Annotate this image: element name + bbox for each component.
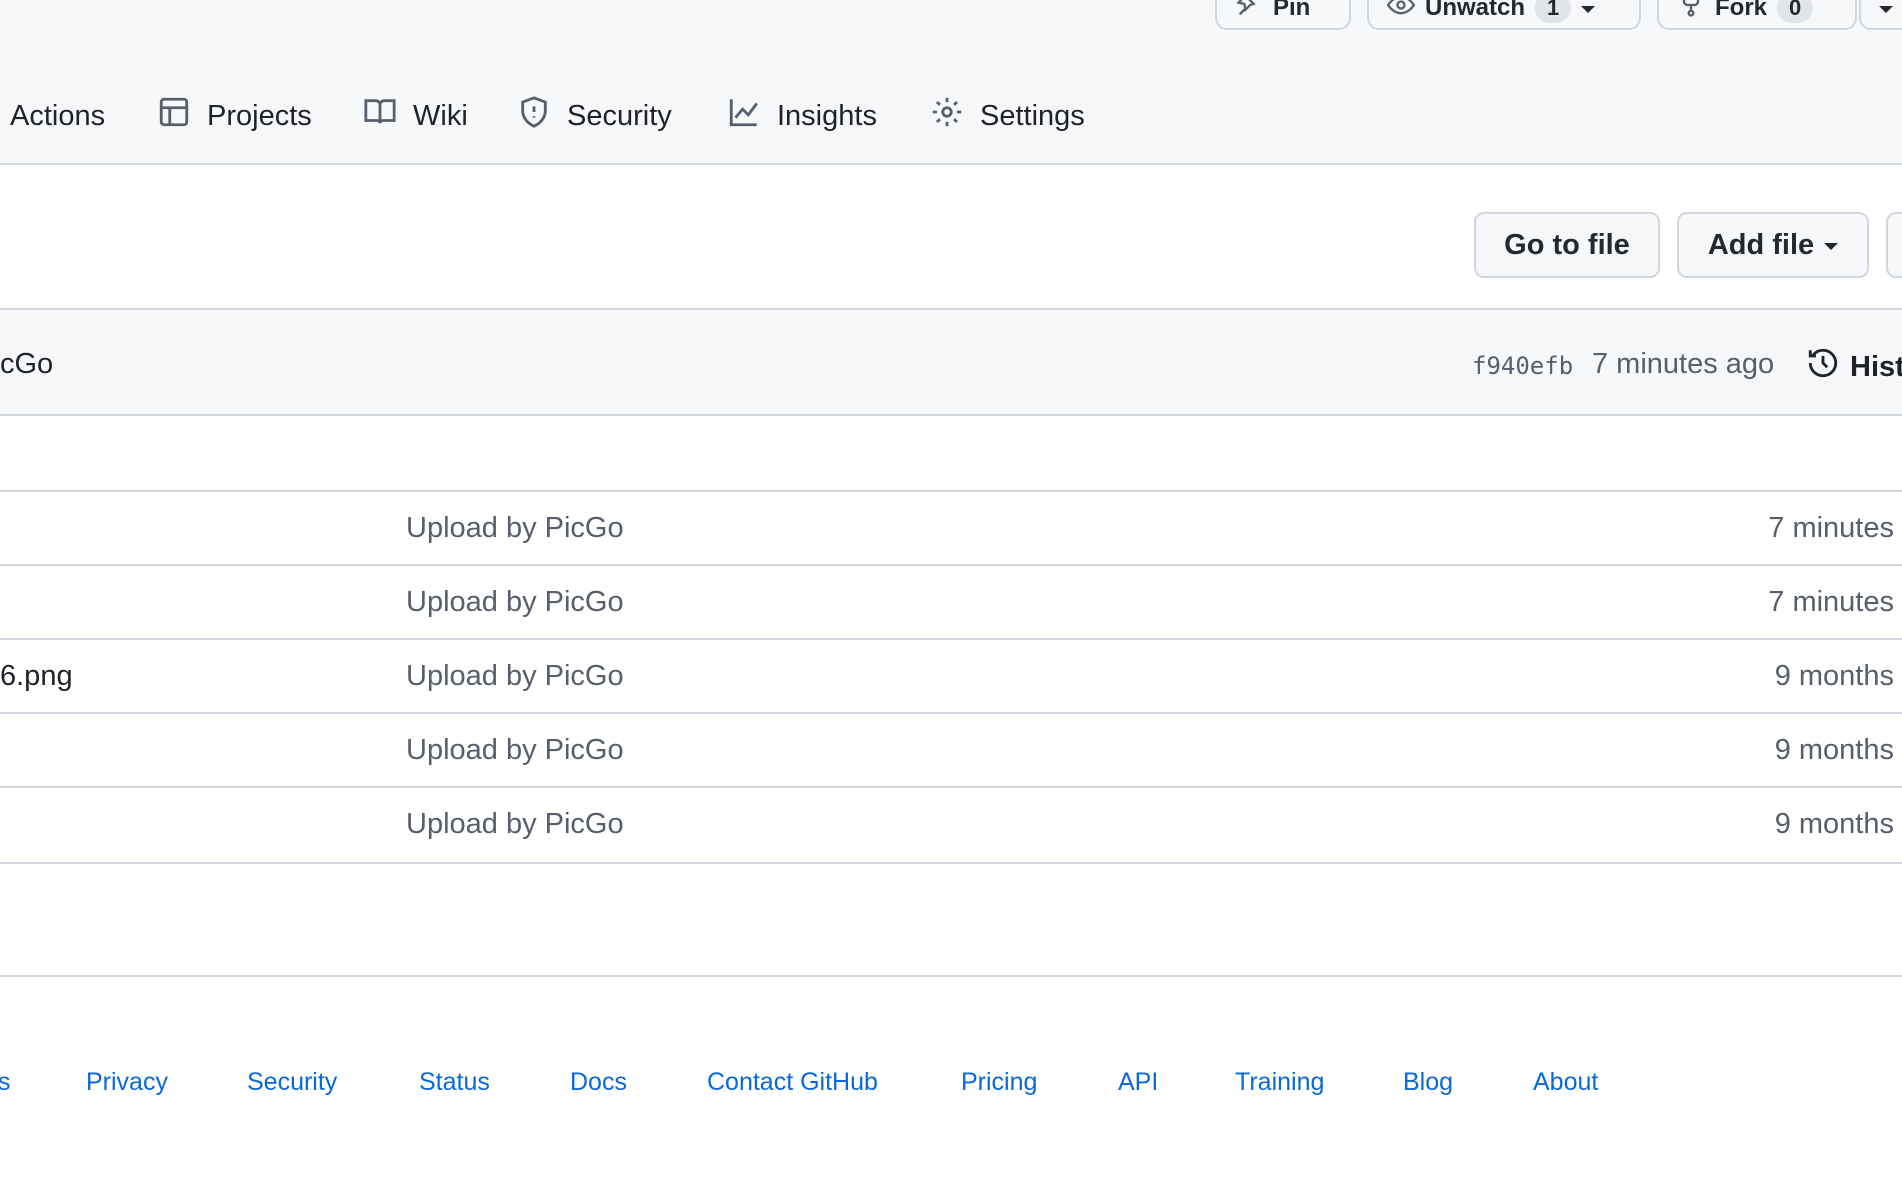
fork-icon xyxy=(1677,0,1705,26)
chevron-down-icon xyxy=(1581,5,1596,13)
file-commit-message[interactable]: Upload by PicGo xyxy=(406,586,624,619)
table-row[interactable]: Upload by PicGo 7 minutes xyxy=(0,564,1902,638)
file-commit-message[interactable]: Upload by PicGo xyxy=(406,734,624,767)
file-commit-message[interactable]: Upload by PicGo xyxy=(406,660,624,693)
unwatch-count: 1 xyxy=(1535,0,1572,23)
footer-link-about[interactable]: About xyxy=(1533,1068,1598,1097)
footer-link-pricing[interactable]: Pricing xyxy=(961,1068,1037,1097)
footer-link-docs[interactable]: Docs xyxy=(570,1068,627,1097)
pin-icon xyxy=(1235,0,1263,26)
nav-label-security: Security xyxy=(567,99,672,132)
commit-time: 7 minutes ago xyxy=(1592,348,1775,380)
history-link[interactable]: Hist xyxy=(1806,346,1902,388)
history-label: Hist xyxy=(1850,350,1902,383)
chevron-down-icon xyxy=(1824,242,1839,250)
fork-dropdown-button[interactable] xyxy=(1859,0,1902,30)
commit-sha[interactable]: f940efb xyxy=(1472,352,1573,380)
commit-message[interactable]: cGo xyxy=(0,348,53,381)
pin-label: Pin xyxy=(1273,0,1311,21)
fork-button[interactable]: Fork 0 xyxy=(1657,0,1857,30)
footer-link-status[interactable]: Status xyxy=(419,1068,490,1097)
table-icon xyxy=(157,95,191,137)
footer-link-blog[interactable]: Blog xyxy=(1403,1068,1453,1097)
add-file-label: Add file xyxy=(1707,228,1815,261)
table-row[interactable]: Upload by PicGo 7 minutes xyxy=(0,490,1902,564)
book-icon xyxy=(363,95,397,137)
file-age: 9 months xyxy=(1774,734,1894,766)
footer-link-training[interactable]: Training xyxy=(1235,1068,1324,1097)
repo-header: Pin Unwatch 1 Fork 0 Actions Projects Wi… xyxy=(0,0,1902,165)
pin-button[interactable]: Pin xyxy=(1215,0,1351,30)
file-commit-message[interactable]: Upload by PicGo xyxy=(406,512,624,545)
footer-link-contact[interactable]: Contact GitHub xyxy=(707,1068,878,1097)
tab-actions[interactable]: Actions xyxy=(10,96,105,136)
gear-icon xyxy=(930,95,964,137)
shield-icon xyxy=(517,95,551,137)
fork-count: 0 xyxy=(1777,0,1814,23)
latest-commit-bar: cGo f940efb 7 minutes ago Hist xyxy=(0,308,1902,416)
nav-label-wiki: Wiki xyxy=(413,99,468,132)
table-row[interactable]: 6.png Upload by PicGo 9 months xyxy=(0,638,1902,712)
tab-settings[interactable]: Settings xyxy=(930,96,1085,136)
file-name[interactable]: 6.png xyxy=(0,660,73,693)
footer-link-terms[interactable]: s xyxy=(0,1068,11,1097)
chevron-down-icon xyxy=(1879,5,1893,13)
nav-label-insights: Insights xyxy=(777,99,877,132)
go-to-file-button[interactable]: Go to file xyxy=(1474,212,1660,278)
tab-wiki[interactable]: Wiki xyxy=(363,96,468,136)
file-age: 7 minutes xyxy=(1768,586,1894,618)
history-icon xyxy=(1806,346,1840,388)
tab-insights[interactable]: Insights xyxy=(727,96,877,136)
eye-icon xyxy=(1386,0,1416,26)
unwatch-label: Unwatch xyxy=(1425,0,1526,21)
unwatch-button[interactable]: Unwatch 1 xyxy=(1367,0,1641,30)
tab-projects[interactable]: Projects xyxy=(157,96,312,136)
tab-security[interactable]: Security xyxy=(517,96,672,136)
file-age: 9 months xyxy=(1774,808,1894,840)
add-file-button[interactable]: Add file xyxy=(1677,212,1869,278)
file-commit-message[interactable]: Upload by PicGo xyxy=(406,808,624,841)
file-age: 7 minutes xyxy=(1768,512,1894,544)
nav-label-actions: Actions xyxy=(10,99,106,132)
fork-label: Fork xyxy=(1715,0,1768,21)
nav-label-projects: Projects xyxy=(207,99,312,132)
go-to-file-label: Go to file xyxy=(1504,228,1630,261)
code-button[interactable] xyxy=(1886,212,1902,278)
graph-icon xyxy=(727,95,761,137)
table-row[interactable]: Upload by PicGo 9 months xyxy=(0,712,1902,786)
table-bottom-border xyxy=(0,862,1902,864)
file-age: 9 months xyxy=(1774,660,1894,692)
table-row[interactable]: Upload by PicGo 9 months xyxy=(0,786,1902,860)
footer-link-privacy[interactable]: Privacy xyxy=(86,1068,168,1097)
footer-link-security[interactable]: Security xyxy=(247,1068,337,1097)
footer-link-api[interactable]: API xyxy=(1118,1068,1158,1097)
nav-label-settings: Settings xyxy=(980,99,1085,132)
footer-divider xyxy=(0,975,1902,977)
